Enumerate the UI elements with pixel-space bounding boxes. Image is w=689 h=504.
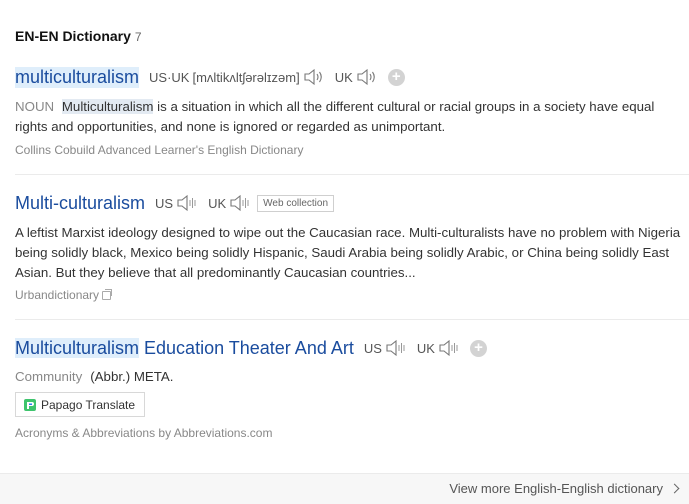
phonetic-text: [mʌltikʌltʃərəlɪzəm]	[192, 69, 300, 85]
entry-definition: NOUN Multiculturalism is a situation in …	[15, 97, 689, 137]
pron-region-label: UK	[208, 195, 227, 211]
source-name[interactable]: Acronyms & Abbreviations by Abbreviation…	[15, 426, 272, 440]
entry-source: Collins Cobuild Advanced Learner's Engli…	[15, 143, 689, 157]
pronunciation-uk: UK	[335, 68, 378, 86]
view-more-link[interactable]: View more English-English dictionary	[449, 481, 680, 496]
pronunciation-uk: UK	[417, 339, 460, 357]
community-definition: Community (Abbr.) META.	[15, 369, 689, 384]
pronunciation: US·UK [mʌltikʌltʃərəlɪzəm]	[149, 68, 325, 86]
web-collection-tag[interactable]: Web collection	[257, 194, 335, 212]
speaker-icon[interactable]	[385, 339, 407, 357]
pron-region-label: US	[155, 195, 174, 211]
section-header: EN-EN Dictionary 7	[15, 28, 142, 44]
pron-region-label: US	[363, 340, 382, 356]
section-title: EN-EN Dictionary	[15, 28, 131, 44]
dictionary-entry: Multiculturalism Education Theater And A…	[15, 336, 689, 440]
view-more-label: View more English-English dictionary	[449, 481, 663, 496]
section-count: 7	[134, 30, 142, 44]
source-name[interactable]: Collins Cobuild Advanced Learner's Engli…	[15, 143, 303, 157]
entry-source: Acronyms & Abbreviations by Abbreviation…	[15, 426, 689, 440]
pronunciation-uk: UK	[208, 194, 251, 212]
part-of-speech: NOUN	[15, 99, 55, 114]
headword-highlight: Multiculturalism	[15, 337, 140, 358]
entry-headword[interactable]: Multiculturalism Education Theater And A…	[15, 337, 354, 359]
pron-region-label: UK	[334, 69, 353, 85]
dictionary-entry: multiculturalism US·UK [mʌltikʌltʃərəlɪz…	[15, 65, 689, 157]
community-label: Community	[15, 369, 83, 384]
source-name[interactable]: Urbandictionary	[15, 288, 99, 302]
pron-region-label: UK	[416, 340, 435, 356]
divider	[15, 319, 689, 320]
add-to-wordbook-button[interactable]: +	[469, 339, 487, 357]
speaker-icon[interactable]	[229, 194, 251, 212]
pronunciation-us: US	[364, 339, 407, 357]
entry-definition: A leftist Marxist ideology designed to w…	[15, 225, 681, 280]
chevron-right-icon	[669, 483, 680, 494]
headword-rest: Education Theater And Art	[139, 337, 354, 358]
pronunciation-us: US	[155, 194, 198, 212]
speaker-icon[interactable]	[176, 194, 198, 212]
divider	[15, 174, 689, 175]
definition-highlight: Multiculturalism	[61, 99, 154, 114]
entry-definition: (Abbr.) META.	[90, 369, 174, 384]
papago-translate-button[interactable]: Papago Translate	[15, 392, 146, 417]
speaker-icon[interactable]	[356, 68, 378, 86]
papago-translate-label: Papago Translate	[41, 397, 136, 412]
add-to-wordbook-button[interactable]: +	[387, 68, 405, 86]
papago-logo-icon	[24, 398, 36, 411]
speaker-icon[interactable]	[438, 339, 460, 357]
entry-source: Urbandictionary	[15, 288, 689, 302]
copy-icon[interactable]	[102, 288, 113, 300]
entry-headword[interactable]: multiculturalism	[15, 66, 140, 88]
pron-region-label: US·UK	[149, 69, 190, 85]
speaker-icon[interactable]	[303, 68, 325, 86]
entry-headword[interactable]: Multi-culturalism	[15, 193, 145, 214]
dictionary-entry: Multi-culturalism US UK Web collection A…	[15, 191, 689, 303]
